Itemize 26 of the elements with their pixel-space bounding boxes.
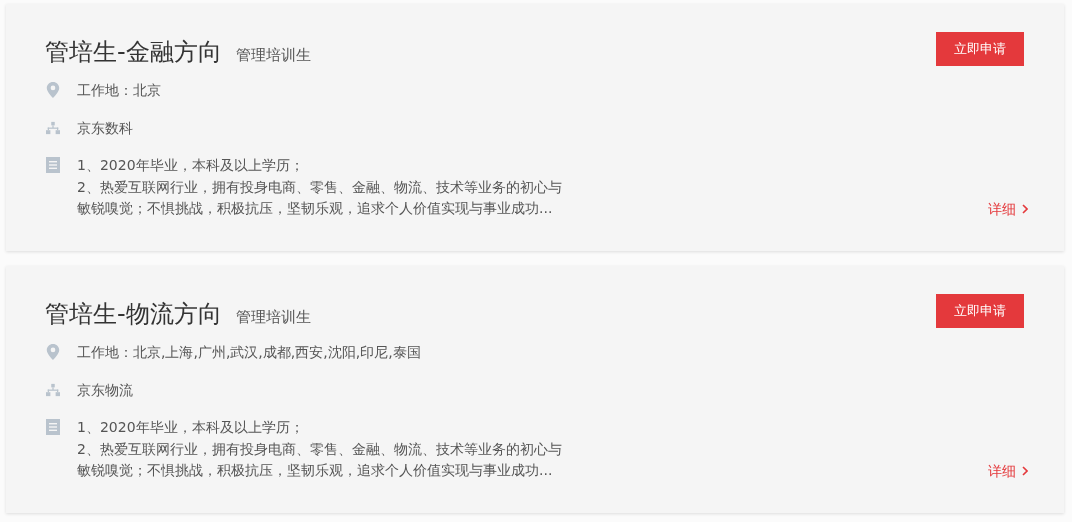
description-line: 敏锐嗅觉；不惧挑战，积极抗压，坚韧乐观，追求个人价值实现与事业成功... <box>77 199 554 218</box>
document-icon <box>46 157 60 173</box>
org-chart-icon <box>46 382 60 398</box>
description-line: 1、2020年毕业，本科及以上学历； <box>77 156 305 175</box>
job-location: 工作地：北京,上海,广州,武汉,成都,西安,沈阳,印尼,泰国 <box>77 343 421 362</box>
job-category: 管理培训生 <box>235 46 311 65</box>
job-title: 管培生-物流方向 <box>45 299 222 330</box>
job-category: 管理培训生 <box>235 308 311 327</box>
description-line: 2、热爱互联网行业，拥有投身电商、零售、金融、物流、技术等业务的初心与 <box>77 177 562 197</box>
description-line: 敏锐嗅觉；不惧挑战，积极抗压，坚韧乐观，追求个人价值实现与事业成功... <box>77 461 554 480</box>
details-link[interactable]: 详细 <box>988 460 1028 482</box>
org-chart-icon <box>46 120 60 136</box>
details-link[interactable]: 详细 <box>988 198 1028 220</box>
job-location: 工作地：北京 <box>77 81 161 100</box>
department-name: 京东数科 <box>77 119 133 138</box>
department-name: 京东物流 <box>77 381 133 400</box>
document-icon <box>46 419 60 435</box>
chevron-icon <box>1022 466 1028 476</box>
chevron-icon <box>1022 204 1028 214</box>
location-pin-icon <box>46 82 60 98</box>
apply-button[interactable]: 立即申请 <box>936 294 1024 328</box>
location-pin-icon <box>46 344 60 360</box>
description-line: 2、热爱互联网行业，拥有投身电商、零售、金融、物流、技术等业务的初心与 <box>77 439 562 459</box>
description-line: 1、2020年毕业，本科及以上学历； <box>77 418 305 437</box>
apply-button[interactable]: 立即申请 <box>936 32 1024 66</box>
job-title: 管培生-金融方向 <box>45 37 222 68</box>
